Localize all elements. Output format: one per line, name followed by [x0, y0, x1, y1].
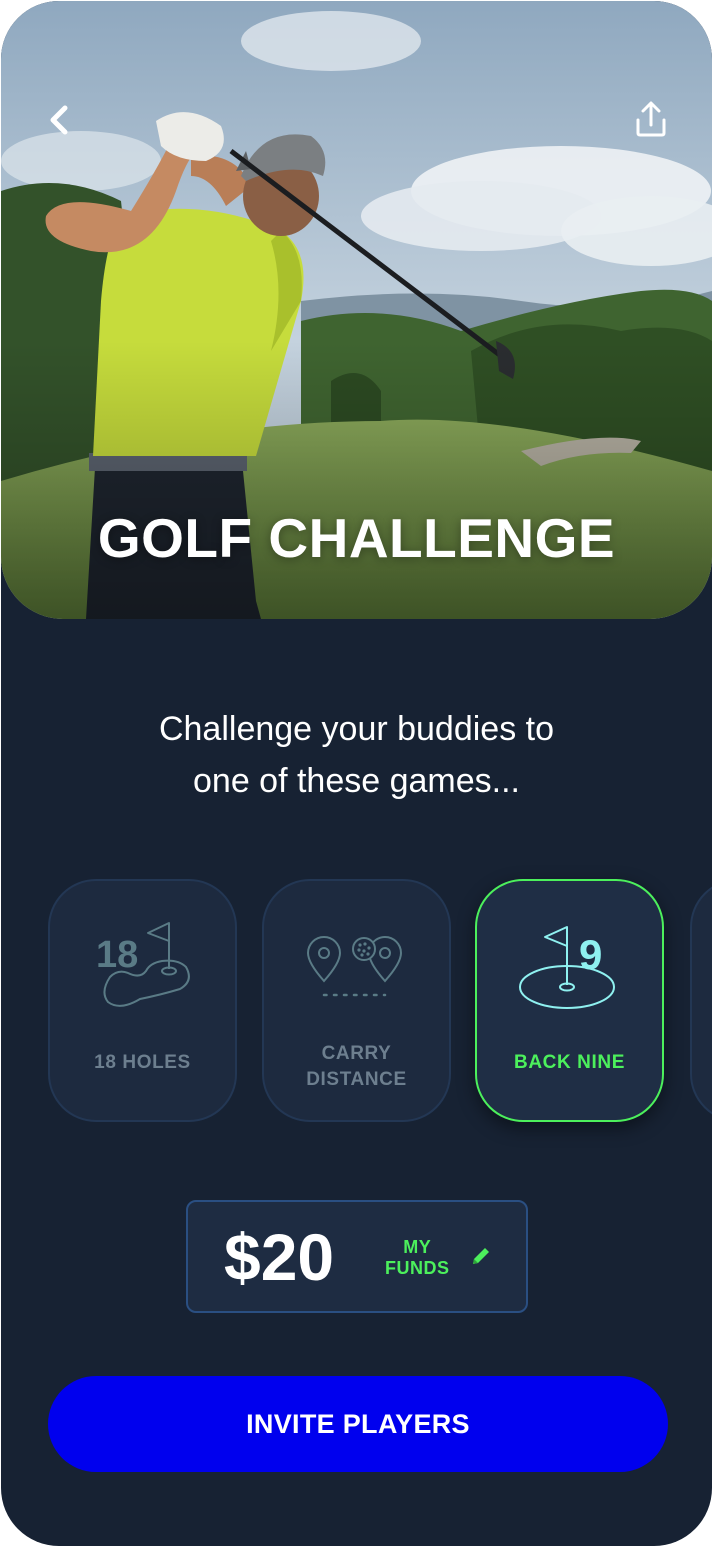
game-card-label: BACK NINE: [514, 1052, 625, 1073]
intro-line-2: one of these games...: [193, 762, 520, 800]
share-upload-icon: [636, 101, 666, 137]
app-screen: GOLF CHALLENGE Challenge your buddies to…: [1, 1, 712, 1546]
eighteen-icon-text: 18: [96, 934, 138, 976]
back-button[interactable]: [39, 96, 83, 144]
my-funds-link[interactable]: MY FUNDS: [385, 1237, 450, 1279]
pencil-icon: [473, 1248, 489, 1264]
share-button[interactable]: [629, 98, 673, 142]
page-title: GOLF CHALLENGE: [97, 507, 616, 569]
game-card-label: CARRY DISTANCE: [264, 1041, 449, 1093]
wager-amount-box[interactable]: $20 MY FUNDS: [186, 1200, 528, 1313]
game-card-next[interactable]: [690, 879, 712, 1122]
hero-banner: GOLF CHALLENGE: [1, 1, 712, 619]
game-card-label-line-2: DISTANCE: [306, 1069, 407, 1090]
edit-funds-button[interactable]: [469, 1244, 493, 1268]
intro-line-1: Challenge your buddies to: [158, 710, 555, 748]
intro-text: Challenge your buddies to one of these g…: [1, 703, 712, 807]
chevron-left-icon: [50, 105, 68, 135]
game-card-label: 18 HOLES: [94, 1052, 191, 1073]
carry-distance-icon: [306, 936, 403, 997]
back-nine-icon: 9: [519, 926, 615, 1009]
game-card-back-nine[interactable]: 9 BACK NINE: [475, 879, 664, 1122]
invite-players-button[interactable]: INVITE PLAYERS: [48, 1376, 668, 1472]
game-card-18-holes[interactable]: 18 18 HOLES: [48, 879, 237, 1122]
game-card-carry-distance[interactable]: CARRY DISTANCE: [262, 879, 451, 1122]
game-card-label-line-1: CARRY: [321, 1043, 392, 1064]
my-funds-label-line-1: MY: [403, 1237, 432, 1257]
my-funds-label-line-2: FUNDS: [385, 1258, 450, 1278]
eighteen-holes-icon: 18: [96, 922, 190, 1007]
wager-amount: $20: [224, 1220, 335, 1294]
